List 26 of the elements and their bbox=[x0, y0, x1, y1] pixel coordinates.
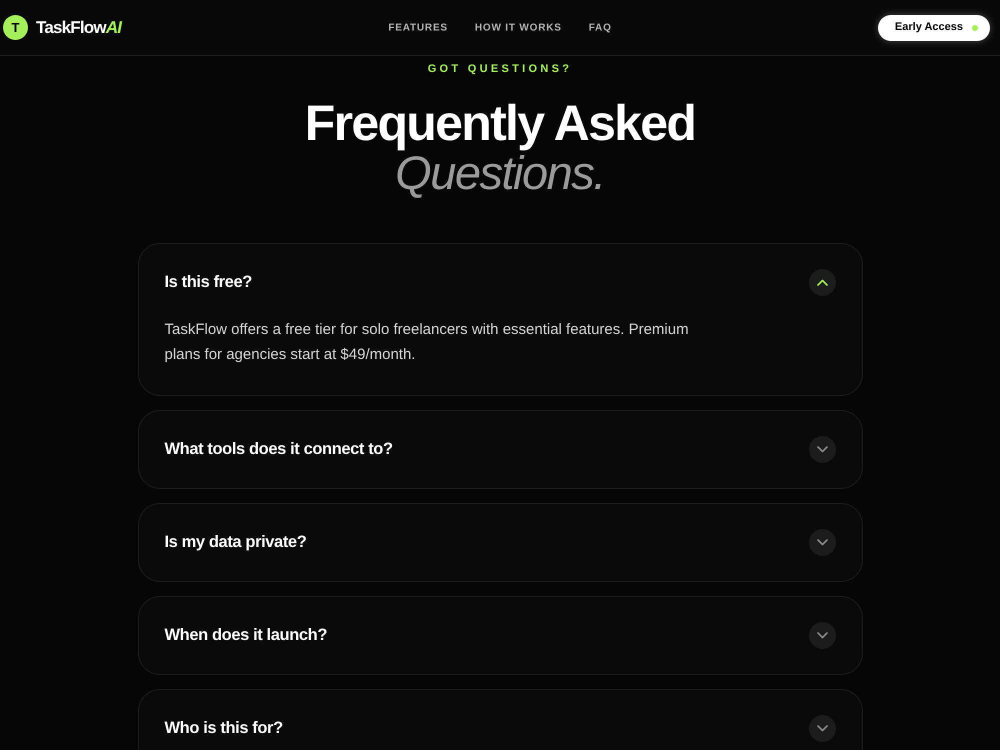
faq-question: What tools does it connect to? bbox=[164, 439, 393, 460]
logo-badge: T bbox=[3, 15, 28, 40]
faq-question: Is my data private? bbox=[164, 532, 306, 554]
faq-answer: TaskFlow offers a free tier for solo freelancers with essential features. Premium plans for agencies start at $49/month. bbox=[164, 320, 690, 365]
section-title-accent: Questions. bbox=[395, 149, 605, 196]
faq-question: When does it launch? bbox=[164, 625, 328, 646]
nav-link[interactable]: HOW IT WORKS bbox=[474, 20, 562, 35]
status-dot-icon bbox=[972, 24, 978, 30]
section-title: Frequently Asked bbox=[304, 98, 696, 148]
chevron-down-icon bbox=[816, 446, 828, 453]
section-eyebrow: GOT QUESTIONS? bbox=[428, 62, 572, 77]
toggle-button[interactable] bbox=[808, 715, 836, 742]
chevron-down-icon bbox=[816, 632, 828, 639]
toggle-button[interactable] bbox=[808, 269, 836, 296]
nav-link[interactable]: FEATURES bbox=[388, 20, 448, 35]
toggle-button[interactable] bbox=[808, 622, 836, 649]
faq-question: Who is this for? bbox=[164, 718, 283, 740]
chevron-up-icon bbox=[816, 279, 828, 286]
toggle-button[interactable] bbox=[808, 436, 836, 463]
early-access-button[interactable]: Early Access bbox=[878, 14, 990, 40]
chevron-down-icon bbox=[816, 725, 828, 732]
faq-question: Is this free? bbox=[164, 272, 252, 294]
toggle-button[interactable] bbox=[808, 529, 836, 556]
brand-name[interactable]: TaskFlowAI bbox=[36, 14, 122, 40]
nav-link[interactable]: FAQ bbox=[588, 20, 612, 35]
chevron-down-icon bbox=[816, 539, 828, 546]
